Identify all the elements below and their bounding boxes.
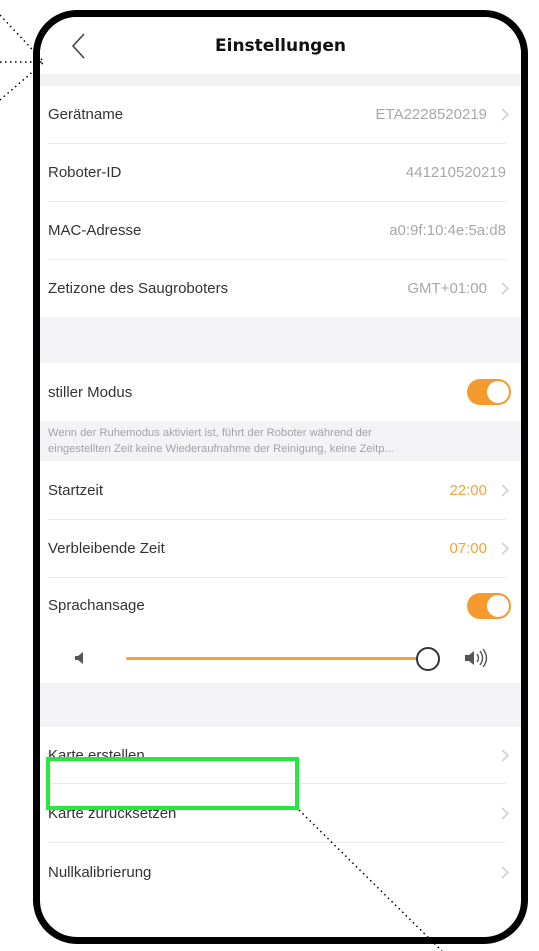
row-value: 441210520219 xyxy=(405,164,506,181)
row-label: Roboter-ID xyxy=(48,164,122,181)
chevron-right-icon xyxy=(501,108,509,121)
quiet-mode-row: stiller Modus xyxy=(40,363,521,421)
chevron-right-icon xyxy=(501,484,509,496)
voice-row: Sprachansage xyxy=(40,578,521,633)
page-title: Einstellungen xyxy=(215,35,346,56)
toggle-knob xyxy=(487,381,509,403)
row-label: Verbleibende Zeit xyxy=(48,540,165,557)
chevron-right-icon xyxy=(501,807,509,819)
speaker-high-icon xyxy=(465,648,488,668)
row-value: a0:9f:10:4e:5a:d8 xyxy=(389,222,506,239)
volume-slider-row xyxy=(40,633,521,683)
quiet-mode-description: Wenn der Ruhemodus aktiviert ist, führt … xyxy=(40,421,521,461)
row-value: GMT+01:00 xyxy=(407,280,487,297)
row-label: Gerätname xyxy=(48,106,124,123)
volume-track[interactable] xyxy=(126,657,432,660)
description-line: eingestellten Zeit keine Wiederaufnahme … xyxy=(48,443,394,455)
toggle-knob xyxy=(487,594,509,617)
row-label: Sprachansage xyxy=(48,597,145,614)
row-value: ETA2228520219 xyxy=(375,106,487,123)
row-label: Startzeit xyxy=(48,481,104,499)
remaining-time-row[interactable]: Verbleibende Zeit 07:00 xyxy=(40,520,521,577)
robot-id-row: Roboter-ID 441210520219 xyxy=(40,144,521,201)
volume-thumb[interactable] xyxy=(416,647,440,671)
section-gap xyxy=(40,683,521,727)
row-label: Zetizone des Saugroboters xyxy=(48,280,229,297)
quiet-mode-toggle[interactable] xyxy=(467,379,511,405)
row-label: stiller Modus xyxy=(48,383,133,401)
device-name-row[interactable]: Gerätname ETA2228520219 xyxy=(40,86,521,143)
start-time-row[interactable]: Startzeit 22:00 xyxy=(40,461,521,519)
voice-toggle[interactable] xyxy=(467,592,511,619)
zero-calibration-row[interactable]: Nullkalibrierung xyxy=(40,843,521,901)
section-gap xyxy=(40,74,521,86)
speaker-low-icon xyxy=(75,652,83,664)
description-line: Wenn der Ruhemodus aktiviert ist, führt … xyxy=(48,427,372,439)
chevron-right-icon xyxy=(501,282,509,295)
row-value: 22:00 xyxy=(449,481,487,499)
row-label: Nullkalibrierung xyxy=(48,863,152,881)
mac-address-row: MAC-Adresse a0:9f:10:4e:5a:d8 xyxy=(40,202,521,259)
row-label: MAC-Adresse xyxy=(48,222,142,239)
chevron-right-icon xyxy=(501,542,509,555)
header: Einstellungen xyxy=(40,17,521,74)
highlight-box xyxy=(46,757,299,810)
chevron-right-icon xyxy=(501,749,509,761)
chevron-right-icon xyxy=(501,866,509,878)
row-value: 07:00 xyxy=(449,540,487,557)
section-gap xyxy=(40,317,521,363)
chevron-left-icon[interactable] xyxy=(68,31,90,61)
timezone-row[interactable]: Zetizone des Saugroboters GMT+01:00 xyxy=(40,260,521,317)
